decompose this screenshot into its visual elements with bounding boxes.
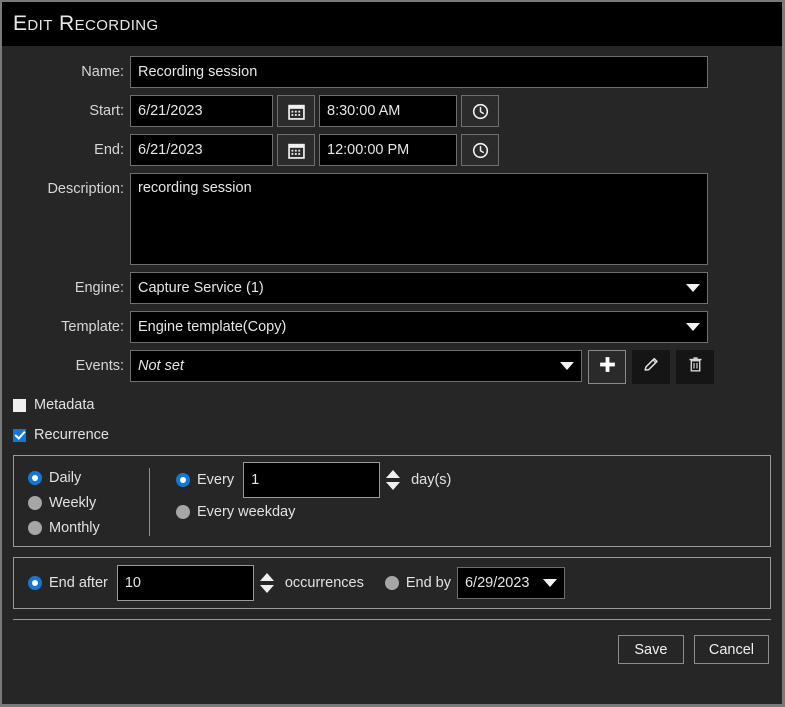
recurrence-interval-group: Every day(s) Every weekday [150,456,770,546]
radio-every-weekday-row[interactable]: Every weekday [176,502,770,522]
add-event-button[interactable] [588,350,626,384]
description-row: Description: recording session [2,173,782,265]
description-label: Description: [2,173,130,199]
radio-monthly[interactable] [28,521,42,535]
interval-spinner: day(s) [243,462,451,498]
start-row: Start: [2,95,782,127]
radio-end-by-label: End by [406,575,451,591]
occurrences-unit-label: occurrences [285,575,364,591]
recurrence-checkbox[interactable] [13,429,26,442]
radio-every[interactable] [176,473,190,487]
pencil-icon [642,355,661,379]
metadata-label: Metadata [34,397,94,413]
recurrence-label: Recurrence [34,427,109,443]
events-value: Not set [138,358,554,374]
recurrence-range-panel: End after occurrences End by 6/29/2023 [13,557,771,609]
cancel-button[interactable]: Cancel [694,635,769,664]
metadata-checkbox-row[interactable]: Metadata [13,393,782,417]
radio-weekly[interactable] [28,496,42,510]
end-row: End: [2,134,782,166]
delete-event-button[interactable] [676,350,714,384]
radio-daily-row[interactable]: Daily [28,468,149,488]
chevron-down-icon [543,579,557,587]
recurrence-pattern-panel: Daily Weekly Monthly Every [13,455,771,547]
interval-stepper[interactable] [386,462,400,498]
radio-end-by[interactable] [385,576,399,590]
save-button[interactable]: Save [618,635,684,664]
radio-every-weekday-label: Every weekday [197,504,295,520]
radio-end-after-label: End after [49,575,108,591]
radio-every-weekday[interactable] [176,505,190,519]
stepper-down-icon[interactable] [260,585,274,593]
stepper-up-icon[interactable] [260,573,274,581]
engine-label: Engine: [2,272,130,304]
events-row: Events: Not set [2,350,782,384]
radio-weekly-label: Weekly [49,495,96,511]
metadata-checkbox[interactable] [13,399,26,412]
events-label: Events: [2,350,130,382]
clock-icon [472,103,489,120]
stepper-up-icon[interactable] [386,470,400,478]
radio-monthly-row[interactable]: Monthly [28,518,149,538]
end-by-date-select[interactable]: 6/29/2023 [457,567,565,599]
radio-daily[interactable] [28,471,42,485]
events-select[interactable]: Not set [130,350,582,382]
description-textarea[interactable]: recording session [130,173,708,265]
end-label: End: [2,134,130,166]
end-by-date-value: 6/29/2023 [465,575,537,591]
chevron-down-icon [686,323,700,331]
recurrence-checkbox-row[interactable]: Recurrence [13,423,782,447]
radio-every-row[interactable]: Every day(s) [176,470,770,490]
engine-row: Engine: Capture Service (1) [2,272,782,304]
template-label: Template: [2,311,130,343]
radio-weekly-row[interactable]: Weekly [28,493,149,513]
dialog-footer: Save Cancel [2,620,782,664]
plus-icon [598,355,617,379]
start-time-input[interactable] [319,95,457,127]
occurrences-input[interactable] [117,565,254,601]
radio-end-after[interactable] [28,576,42,590]
engine-value: Capture Service (1) [138,280,680,296]
radio-daily-label: Daily [49,470,81,486]
radio-monthly-label: Monthly [49,520,100,536]
radio-every-label: Every [197,472,234,488]
dialog-titlebar: Edit Recording [2,2,782,46]
template-select[interactable]: Engine template(Copy) [130,311,708,343]
interval-unit-label: day(s) [411,472,451,488]
end-time-input[interactable] [319,134,457,166]
occurrences-spinner: occurrences [117,565,364,601]
start-label: Start: [2,95,130,127]
calendar-icon [288,142,305,159]
chevron-down-icon [560,362,574,370]
start-date-input[interactable] [130,95,273,127]
engine-select[interactable]: Capture Service (1) [130,272,708,304]
template-value: Engine template(Copy) [138,319,680,335]
start-clock-button[interactable] [461,95,499,127]
clock-icon [472,142,489,159]
dialog-body: Name: Start: [2,46,782,664]
stepper-down-icon[interactable] [386,482,400,490]
recurrence-frequency-group: Daily Weekly Monthly [14,456,149,546]
radio-end-after-row[interactable]: End after occurrences [28,573,364,593]
template-row: Template: Engine template(Copy) [2,311,782,343]
name-label: Name: [2,56,130,88]
calendar-icon [288,103,305,120]
dialog-title: Edit Recording [13,12,159,36]
name-input[interactable] [130,56,708,88]
interval-input[interactable] [243,462,380,498]
edit-recording-dialog: Edit Recording Name: Start: [0,0,785,707]
occurrences-stepper[interactable] [260,565,274,601]
edit-event-button[interactable] [632,350,670,384]
start-calendar-button[interactable] [277,95,315,127]
end-clock-button[interactable] [461,134,499,166]
end-calendar-button[interactable] [277,134,315,166]
chevron-down-icon [686,284,700,292]
trash-icon [686,355,705,379]
radio-end-by-row[interactable]: End by 6/29/2023 [385,573,565,593]
end-date-input[interactable] [130,134,273,166]
name-row: Name: [2,56,782,88]
